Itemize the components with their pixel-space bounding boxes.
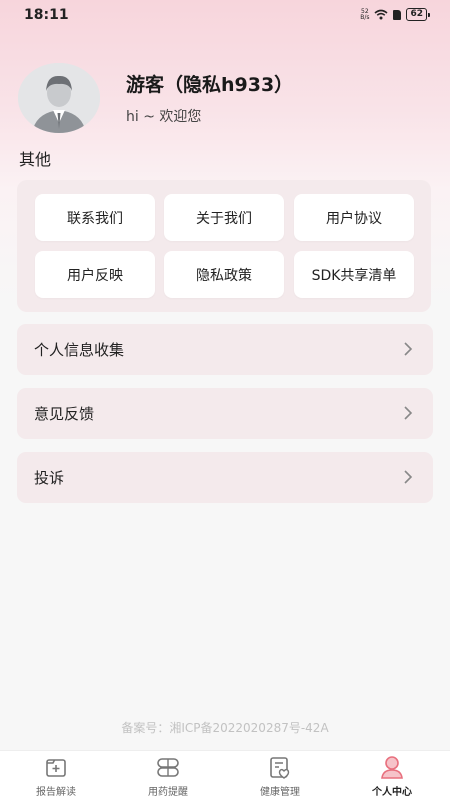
tab-label: 个人中心	[372, 787, 412, 798]
contact-us-button[interactable]: 联系我们	[35, 194, 155, 241]
user-feedback-button[interactable]: 用户反映	[35, 251, 155, 298]
status-time: 18:11	[24, 7, 69, 23]
chevron-right-icon	[404, 342, 413, 356]
avatar[interactable]	[18, 63, 100, 133]
list-row-label: 投诉	[34, 469, 65, 487]
tab-profile[interactable]: 个人中心	[336, 751, 448, 801]
list-row-feedback[interactable]: 意见反馈	[17, 388, 433, 439]
pill-icon	[157, 758, 179, 777]
tab-health[interactable]: 健康管理	[224, 751, 336, 801]
other-grid-panel: 联系我们 关于我们 用户协议 用户反映 隐私政策 SDK共享清单	[17, 180, 431, 312]
status-bar: 18:11 52 B/s 62	[0, 0, 450, 30]
network-speed-unit: B/s	[360, 13, 370, 21]
section-title-other: 其他	[19, 150, 52, 169]
list-row-personal-info[interactable]: 个人信息收集	[17, 324, 433, 375]
about-us-button[interactable]: 关于我们	[164, 194, 284, 241]
status-icons: 52 B/s 62	[360, 8, 430, 21]
chevron-right-icon	[404, 470, 413, 484]
sim-card-icon	[393, 9, 402, 20]
network-speed: 52 B/s	[360, 8, 370, 21]
person-icon	[381, 756, 403, 779]
icp-record: 备案号：湘ICP备2022020287号-42A	[121, 721, 329, 735]
tab-report[interactable]: 报告解读	[0, 751, 112, 801]
health-icon	[270, 757, 290, 779]
battery-level: 62	[406, 8, 427, 21]
user-agreement-button[interactable]: 用户协议	[294, 194, 414, 241]
privacy-policy-button[interactable]: 隐私政策	[164, 251, 284, 298]
default-avatar-icon	[18, 63, 100, 133]
wifi-icon	[374, 9, 388, 20]
list-row-label: 意见反馈	[34, 405, 95, 423]
sdk-sharing-list-button[interactable]: SDK共享清单	[294, 251, 414, 298]
tab-label: 用药提醒	[148, 787, 188, 798]
list-row-label: 个人信息收集	[34, 341, 125, 359]
tab-label: 健康管理	[260, 787, 300, 798]
battery-icon: 62	[406, 8, 430, 21]
list-row-complaint[interactable]: 投诉	[17, 452, 433, 503]
profile-name: 游客（隐私h933）	[126, 74, 294, 96]
chevron-right-icon	[404, 406, 413, 420]
report-icon	[46, 759, 66, 777]
tab-medication[interactable]: 用药提醒	[112, 751, 224, 801]
tab-label: 报告解读	[36, 787, 76, 798]
profile-greeting: hi ~ 欢迎您	[126, 109, 202, 125]
bottom-tab-bar: 报告解读 用药提醒 健康管理 个人中心	[0, 750, 450, 801]
